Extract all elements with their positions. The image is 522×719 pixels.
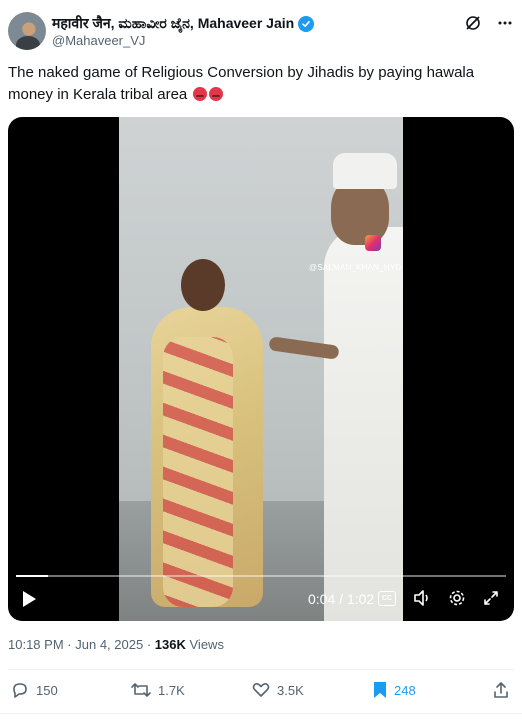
- heart-icon: [252, 683, 270, 697]
- video-person-man: [324, 227, 403, 621]
- views-count: 136K: [154, 637, 186, 652]
- avatar[interactable]: [8, 12, 46, 50]
- tweet-meta: 10:18 PM · Jun 4, 2025 · 136K Views: [8, 637, 224, 652]
- tweet-date[interactable]: Jun 4, 2025: [75, 637, 143, 652]
- angry-face-icon: [193, 87, 208, 101]
- video-person-man-cap: [333, 153, 397, 189]
- share-icon: [494, 682, 508, 698]
- cc-icon[interactable]: CC: [378, 590, 396, 606]
- share-button[interactable]: [492, 680, 510, 700]
- views-label: Views: [189, 637, 224, 652]
- repost-button[interactable]: 1.7K: [130, 680, 185, 700]
- divider: [0, 713, 522, 714]
- video-controls: 0:04 / 1:02 CC: [8, 577, 514, 621]
- video-current-time: 0:04: [308, 591, 336, 607]
- video-duration: 1:02: [346, 591, 375, 607]
- bookmark-count: 248: [394, 682, 416, 698]
- video-person-woman-head: [181, 259, 225, 311]
- video-sari-pattern: [163, 337, 233, 607]
- video-watermark: @SALMAN_KHAN_HYD: [309, 263, 402, 272]
- video-time: 0:04 / 1:02: [308, 591, 374, 607]
- video-player[interactable]: @SALMAN_KHAN_HYD 0:04 / 1:02 CC: [8, 117, 514, 621]
- fullscreen-icon[interactable]: [482, 589, 500, 607]
- divider: [8, 669, 514, 670]
- reply-count: 150: [36, 682, 58, 698]
- tweet-body: The naked game of Religious Conversion b…: [8, 64, 475, 103]
- repost-count: 1.7K: [158, 682, 185, 698]
- bookmark-icon: [374, 682, 386, 698]
- like-count: 3.5K: [277, 682, 304, 698]
- settings-icon[interactable]: [448, 589, 466, 607]
- like-button[interactable]: 3.5K: [251, 680, 304, 700]
- instagram-icon: [365, 235, 381, 251]
- video-time-separator: /: [339, 591, 347, 607]
- reply-button[interactable]: 150: [10, 680, 58, 700]
- meta-separator: ·: [146, 637, 152, 652]
- tweet-actions: 150 1.7K 3.5K 248: [8, 680, 514, 704]
- repost-icon: [131, 683, 151, 697]
- video-frame[interactable]: @SALMAN_KHAN_HYD: [119, 117, 403, 621]
- grok-icon[interactable]: [464, 14, 482, 32]
- author-name[interactable]: महावीर जैन, ಮಹಾವೀರ ಜೈನ, Mahaveer Jain: [52, 14, 294, 33]
- bookmark-button[interactable]: 248: [372, 680, 416, 700]
- angry-face-icon: [209, 87, 224, 101]
- author-name-row[interactable]: महावीर जैन, ಮಹಾವೀರ ಜೈನ, Mahaveer Jain: [52, 14, 315, 33]
- meta-separator: ·: [67, 637, 72, 652]
- author-handle[interactable]: @Mahaveer_VJ: [52, 33, 145, 48]
- tweet-text: The naked game of Religious Conversion b…: [8, 62, 508, 106]
- volume-icon[interactable]: [412, 589, 432, 607]
- reply-icon: [13, 683, 27, 698]
- verified-badge-icon: [298, 15, 315, 32]
- tweet-time[interactable]: 10:18 PM: [8, 637, 64, 652]
- video-controls-right: CC: [378, 589, 500, 607]
- header-actions: [464, 14, 514, 32]
- more-icon[interactable]: [496, 14, 514, 32]
- play-icon[interactable]: [20, 589, 38, 609]
- tweet-header: महावीर जैन, ಮಹಾವೀರ ಜೈನ, Mahaveer Jain @M…: [8, 8, 514, 52]
